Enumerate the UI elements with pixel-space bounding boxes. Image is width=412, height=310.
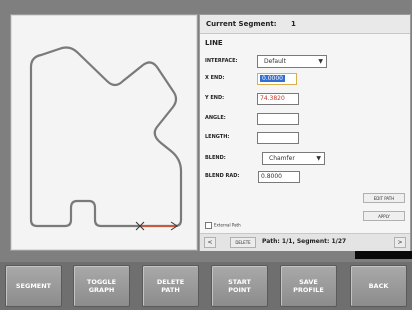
- y-end-value: 74.3820: [260, 95, 285, 102]
- segment-type-label: LINE: [205, 39, 223, 47]
- current-segment-label: Current Segment:: [206, 20, 277, 28]
- interface-value: Default: [264, 58, 286, 65]
- path-navigation-bar: < DELETE Path: 1/1, Segment: 1/27 >: [200, 233, 410, 251]
- save-profile-button[interactable]: SAVE PROFILE: [280, 265, 337, 307]
- edit-path-label: EDIT PATH: [373, 196, 395, 201]
- delete-label: DELETE: [235, 240, 251, 245]
- y-end-input[interactable]: 74.3820: [257, 93, 299, 105]
- interface-dropdown[interactable]: Default ▼: [257, 55, 327, 68]
- interface-label: INTERFACE:: [205, 58, 238, 64]
- delete-segment-button[interactable]: DELETE: [230, 237, 256, 248]
- bottom-toolbar: SEGMENT TOGGLE GRAPH DELETE PATH START P…: [0, 262, 412, 310]
- blend-dropdown[interactable]: Chamfer ▼: [262, 152, 325, 165]
- path-graph-panel[interactable]: [10, 14, 198, 251]
- back-button[interactable]: BACK: [350, 265, 407, 307]
- path-status-text: Path: 1/1, Segment: 1/27: [262, 238, 347, 245]
- path-graph[interactable]: [11, 15, 197, 250]
- profile-path-outline: [29, 46, 183, 228]
- blend-rad-value: 0.8000: [261, 173, 282, 180]
- angle-input[interactable]: [257, 113, 299, 125]
- chevron-right-icon: >: [397, 239, 403, 246]
- delete-path-button[interactable]: DELETE PATH: [142, 265, 199, 307]
- save-profile-button-label: SAVE PROFILE: [293, 278, 324, 294]
- blend-value: Chamfer: [269, 155, 295, 162]
- external-path-checkbox[interactable]: External Path: [205, 222, 241, 229]
- apply-button[interactable]: APPLY: [363, 211, 405, 221]
- angle-label: ANGLE:: [205, 115, 226, 121]
- chevron-down-icon: ▼: [318, 58, 323, 65]
- y-end-label: Y END:: [205, 95, 225, 101]
- segment-editor-panel: Current Segment: 1 LINE INTERFACE: Defau…: [199, 14, 411, 251]
- x-end-input[interactable]: 0.0000: [257, 73, 297, 85]
- start-point-button[interactable]: START POINT: [211, 265, 268, 307]
- x-end-value: 0.0000: [260, 75, 285, 82]
- blend-rad-label: BLEND RAD:: [205, 173, 240, 179]
- status-strip: [355, 251, 412, 259]
- blend-label: BLEND:: [205, 155, 226, 161]
- toggle-graph-button[interactable]: TOGGLE GRAPH: [73, 265, 130, 307]
- delete-path-button-label: DELETE PATH: [156, 278, 185, 294]
- back-button-label: BACK: [368, 282, 389, 290]
- segment-button[interactable]: SEGMENT: [5, 265, 62, 307]
- app-screen: Current Segment: 1 LINE INTERFACE: Defau…: [0, 0, 412, 310]
- current-segment-header: Current Segment: 1: [200, 15, 410, 34]
- length-input[interactable]: [257, 132, 299, 144]
- x-end-label: X END:: [205, 75, 225, 81]
- start-point-button-label: START POINT: [228, 278, 251, 294]
- current-segment-value: 1: [291, 20, 296, 28]
- edit-path-button[interactable]: EDIT PATH: [363, 193, 405, 203]
- chevron-left-icon: <: [207, 239, 213, 246]
- blend-rad-input[interactable]: 0.8000: [258, 171, 300, 183]
- chevron-down-icon: ▼: [316, 155, 321, 162]
- checkbox-icon: [205, 222, 212, 229]
- toggle-graph-button-label: TOGGLE GRAPH: [86, 278, 117, 294]
- segment-button-label: SEGMENT: [15, 282, 52, 290]
- length-label: LENGTH:: [205, 134, 230, 140]
- next-segment-button[interactable]: >: [394, 237, 406, 248]
- previous-segment-button[interactable]: <: [204, 237, 216, 248]
- external-path-label: External Path: [214, 222, 241, 228]
- apply-label: APPLY: [378, 214, 390, 219]
